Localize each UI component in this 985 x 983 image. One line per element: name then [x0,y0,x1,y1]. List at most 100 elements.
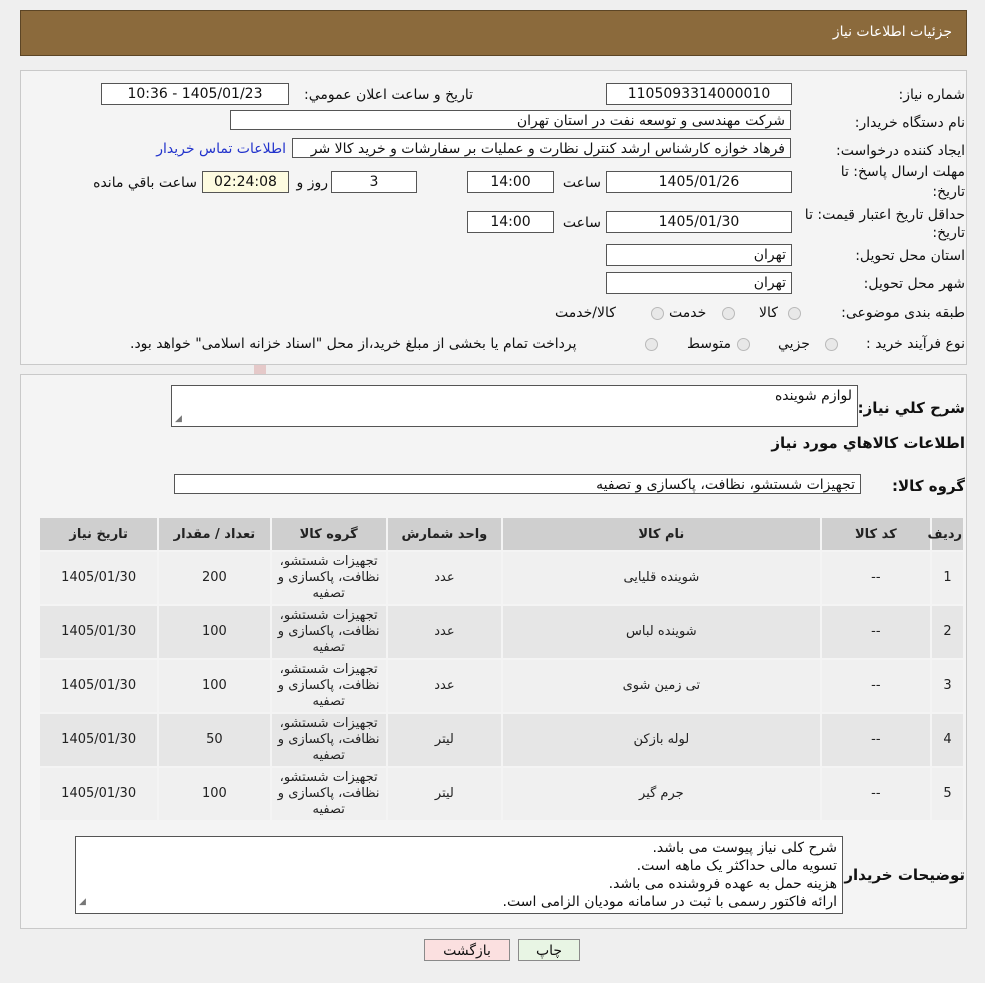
summary-label: شرح کلي نیاز: [857,399,965,417]
resize-grip-icon[interactable]: ◢ [175,414,182,424]
category-label: طبقه بندی موضوعی: [841,305,965,321]
cell-code: -- [819,604,932,660]
deadline-time-label: ساعت [562,175,601,191]
category-radio-service[interactable] [722,307,735,320]
cell-name: جرم گیر [501,766,822,822]
process-radio-treasury[interactable] [645,338,658,351]
cell-group: تجهیزات شستشو، نظافت، پاکسازی و تصفیه [269,766,388,822]
cell-name: لوله بازکن [501,712,822,768]
cell-name: تی زمین شوی [501,658,822,714]
cell-date: 1405/01/30 [37,712,160,768]
cell-quantity: 100 [157,766,272,822]
deadline-label-2: تاریخ: [932,184,965,200]
category-option-goods-service: کالا/خدمت [555,305,616,321]
summary-text: لوازم شوینده [774,388,852,404]
category-option-service: خدمت [669,305,707,321]
deadline-time-field: 14:00 [467,171,554,193]
validity-time-label: ساعت [562,215,601,231]
cell-unit: عدد [385,550,504,606]
col-header-date: تاریخ نیاز [37,516,160,552]
cell-date: 1405/01/30 [37,550,160,606]
col-header-unit: واحد شمارش [385,516,504,552]
col-header-quantity: تعداد / مقدار [157,516,272,552]
cell-unit: لیتر [385,766,504,822]
buyer-note-line: تسویه مالی حداکثر یک ماهه است. [636,858,837,874]
validity-label-2: تاریخ: [932,225,965,241]
table-row: 3 -- تی زمین شوی عدد تجهیزات شستشو، نظاف… [37,658,966,714]
buyer-note-line: شرح کلی نیاز پیوست می باشد. [652,840,837,856]
cell-group: تجهیزات شستشو، نظافت، پاکسازی و تصفیه [269,712,388,768]
table-row: 4 -- لوله بازکن لیتر تجهیزات شستشو، نظاف… [37,712,966,768]
cell-quantity: 50 [157,712,272,768]
goods-info-title: اطلاعات کالاهاي مورد نیاز [771,434,965,452]
remaining-time-label: ساعت باقي مانده [93,175,197,191]
page-header: جزئیات اطلاعات نیاز [20,10,967,56]
summary-textarea[interactable]: لوازم شوینده ◢ [171,385,858,427]
cell-code: -- [819,712,932,768]
cell-group: تجهیزات شستشو، نظافت، پاکسازی و تصفیه [269,658,388,714]
resize-grip-icon[interactable]: ◢ [79,893,86,911]
announce-field: 1405/01/23 - 10:36 [101,83,289,105]
cell-code: -- [819,766,932,822]
col-header-row-number: ردیف [927,516,966,552]
items-table-container: ردیف کد کالا نام کالا واحد شمارش گروه کا… [37,516,966,830]
city-label: شهر محل تحویل: [863,276,965,292]
cell-name: شوینده قلیایی [501,550,822,606]
category-option-goods: کالا [759,305,778,321]
page-title: جزئیات اطلاعات نیاز [832,24,952,40]
process-option-medium: متوسط [687,336,731,352]
buyer-note-line: ارائه فاکتور رسمی با ثبت در سامانه مودیا… [502,894,837,910]
process-option-small: جزیي [778,336,810,352]
province-label: استان محل تحویل: [855,248,965,264]
group-field: تجهیزات شستشو، نظافت، پاکسازی و تصفیه [174,474,861,494]
buyer-notes-label: توضیحات خریدار: [838,866,965,884]
cell-group: تجهیزات شستشو، نظافت، پاکسازی و تصفیه [269,604,388,660]
table-row: 5 -- جرم گیر لیتر تجهیزات شستشو، نظافت، … [37,766,966,822]
province-field: تهران [606,244,792,266]
table-row: 1 -- شوینده قلیایی عدد تجهیزات شستشو، نظ… [37,550,966,606]
buyer-contact-link[interactable]: اطلاعات تماس خریدار [156,141,286,157]
cell-name: شوینده لباس [501,604,822,660]
deadline-label: مهلت ارسال پاسخ: تا [840,164,965,180]
cell-code: -- [819,550,932,606]
category-radio-goods[interactable] [788,307,801,320]
cell-quantity: 200 [157,550,272,606]
cell-date: 1405/01/30 [37,604,160,660]
validity-label: حداقل تاریخ اعتبار قیمت: تا [804,207,965,223]
cell-date: 1405/01/30 [37,658,160,714]
cell-code: -- [819,658,932,714]
buyer-note-line: هزینه حمل به عهده فروشنده می باشد. [608,876,837,892]
cell-quantity: 100 [157,658,272,714]
process-radio-medium[interactable] [737,338,750,351]
table-row: 2 -- شوینده لباس عدد تجهیزات شستشو، نظاف… [37,604,966,660]
print-button[interactable]: چاپ [518,939,580,961]
cell-date: 1405/01/30 [37,766,160,822]
col-header-code: کد کالا [819,516,932,552]
creator-label: ایجاد کننده درخواست: [836,143,965,159]
category-radio-goods-service[interactable] [651,307,664,320]
back-button[interactable]: بازگشت [424,939,510,961]
city-field: تهران [606,272,792,294]
table-header-row: ردیف کد کالا نام کالا واحد شمارش گروه کا… [37,516,966,552]
cell-unit: لیتر [385,712,504,768]
process-radio-small[interactable] [825,338,838,351]
buyer-org-label: نام دستگاه خریدار: [854,115,965,131]
col-header-name: نام کالا [501,516,822,552]
announce-label: تاریخ و ساعت اعلان عمومي: [304,87,473,103]
creator-field: فرهاد خوازه کارشناس ارشد کنترل نظارت و ع… [292,138,791,158]
group-label: گروه کالا: [892,477,965,495]
cell-quantity: 100 [157,604,272,660]
cell-unit: عدد [385,658,504,714]
deadline-date-field: 1405/01/26 [606,171,792,193]
cell-unit: عدد [385,604,504,660]
cell-group: تجهیزات شستشو، نظافت، پاکسازی و تصفیه [269,550,388,606]
cell-row-number: 4 [929,712,966,768]
validity-date-field: 1405/01/30 [606,211,792,233]
process-label: نوع فرآیند خرید : [866,336,965,352]
items-table: ردیف کد کالا نام کالا واحد شمارش گروه کا… [37,516,966,822]
buyer-org-field: شرکت مهندسی و توسعه نفت در استان تهران [230,110,791,130]
need-number-field: 1105093314000010 [606,83,792,105]
buyer-notes-textarea[interactable]: شرح کلی نیاز پیوست می باشد. تسویه مالی ح… [75,836,843,914]
col-header-group: گروه کالا [269,516,388,552]
process-note: پرداخت تمام یا بخشی از مبلغ خرید،از محل … [130,336,577,352]
